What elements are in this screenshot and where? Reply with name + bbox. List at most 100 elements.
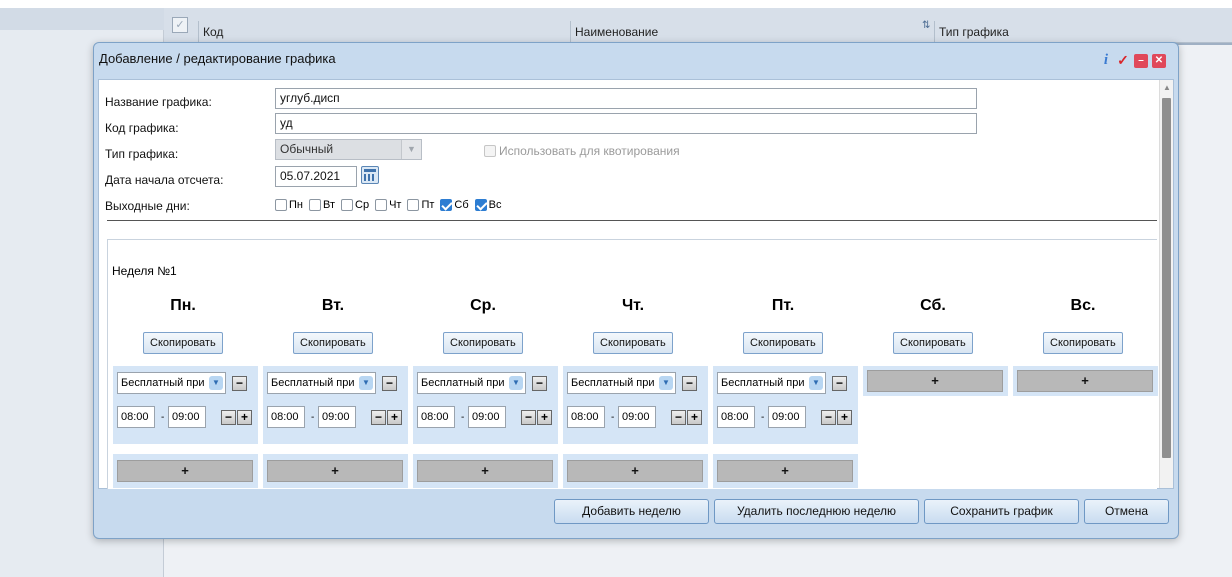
service-select[interactable]: Бесплатный при ▼ (267, 372, 376, 394)
remove-slot-button[interactable]: − (832, 376, 847, 391)
days-off-checkboxes: Пн Вт Ср Чт Пт Сб Вс (275, 199, 503, 211)
day-off-label: Пт (421, 199, 435, 211)
remove-time-button[interactable]: − (821, 410, 836, 425)
service-select[interactable]: Бесплатный при ▼ (717, 372, 826, 394)
day-off-sun[interactable]: Вс (474, 199, 501, 211)
service-select[interactable]: Бесплатный при ▼ (117, 372, 226, 394)
remove-time-button[interactable]: − (371, 410, 386, 425)
remove-time-button[interactable]: − (671, 410, 686, 425)
add-slot-button[interactable]: + (867, 370, 1003, 392)
start-date-input[interactable]: 05.07.2021 (275, 166, 357, 187)
add-time-button[interactable]: + (387, 410, 402, 425)
minimize-icon[interactable]: – (1134, 53, 1148, 68)
service-select[interactable]: Бесплатный при ▼ (417, 372, 526, 394)
schedule-code-input[interactable]: уд (275, 113, 977, 134)
copy-button[interactable]: Скопировать (143, 332, 223, 354)
time-separator: - (611, 412, 615, 423)
chevron-down-icon[interactable]: ▼ (401, 140, 421, 159)
remove-slot-button[interactable]: − (382, 376, 397, 391)
day-off-checkbox[interactable] (474, 199, 487, 211)
info-icon[interactable]: i (1100, 52, 1112, 69)
schedule-code-label: Код графика: (105, 121, 179, 135)
day-off-checkbox[interactable] (275, 199, 287, 211)
day-off-mon[interactable]: Пн (275, 199, 303, 211)
day-off-checkbox[interactable] (375, 199, 388, 211)
remove-last-week-button[interactable]: Удалить последнюю неделю (714, 499, 919, 524)
scroll-up-icon[interactable]: ▲ (1163, 83, 1171, 92)
day-off-checkbox[interactable] (341, 199, 353, 211)
dialog-body: ▲ Название графика: углуб.дисп Код графи… (98, 79, 1174, 489)
day-off-thu[interactable]: Чт (375, 199, 401, 211)
end-time-input[interactable]: 09:00 (468, 406, 506, 428)
end-time-input[interactable]: 09:00 (768, 406, 806, 428)
chevron-down-icon[interactable]: ▼ (809, 376, 823, 390)
quota-checkbox-row[interactable]: Использовать для квотирования (484, 144, 680, 158)
remove-slot-button[interactable]: − (532, 376, 547, 391)
day-off-checkbox[interactable] (440, 199, 453, 211)
copy-button[interactable]: Скопировать (893, 332, 973, 354)
chevron-down-icon[interactable]: ▼ (509, 376, 523, 390)
start-time-input[interactable]: 08:00 (567, 406, 605, 428)
column-code[interactable]: Код (198, 21, 570, 43)
start-time-input[interactable]: 08:00 (117, 406, 155, 428)
schedule-dialog: Добавление / редактирование графика i ✓ … (93, 42, 1179, 539)
start-time-input[interactable]: 08:00 (717, 406, 755, 428)
schedule-name-input[interactable]: углуб.дисп (275, 88, 977, 109)
add-slot-button[interactable]: + (417, 460, 553, 482)
start-time-input[interactable]: 08:00 (417, 406, 455, 428)
top-strip (0, 0, 1232, 8)
copy-button[interactable]: Скопировать (1043, 332, 1123, 354)
schedule-type-select[interactable]: Обычный ▼ (275, 139, 422, 160)
add-time-button[interactable]: + (687, 410, 702, 425)
add-time-button[interactable]: + (237, 410, 252, 425)
time-slot: Бесплатный при ▼ − 08:00 - 09:00 − + (113, 366, 258, 444)
add-time-button[interactable]: + (837, 410, 852, 425)
end-time-input[interactable]: 09:00 (168, 406, 206, 428)
scroll-thumb[interactable] (1162, 98, 1171, 458)
remove-slot-button[interactable]: − (232, 376, 247, 391)
copy-button[interactable]: Скопировать (743, 332, 823, 354)
copy-button[interactable]: Скопировать (443, 332, 523, 354)
quota-checkbox[interactable] (484, 145, 496, 157)
check-icon[interactable]: ✓ (1116, 52, 1130, 69)
add-slot-button[interactable]: + (567, 460, 703, 482)
day-off-wed[interactable]: Ср (341, 199, 369, 211)
day-name: Чт. (621, 297, 645, 314)
add-slot-button[interactable]: + (1017, 370, 1153, 392)
cancel-button[interactable]: Отмена (1084, 499, 1169, 524)
vertical-scrollbar[interactable]: ▲ (1159, 80, 1173, 488)
save-schedule-button[interactable]: Сохранить график (924, 499, 1079, 524)
chevron-down-icon[interactable]: ▼ (659, 376, 673, 390)
end-time-input[interactable]: 09:00 (318, 406, 356, 428)
remove-time-button[interactable]: − (521, 410, 536, 425)
day-off-checkbox[interactable] (308, 199, 321, 211)
service-select[interactable]: Бесплатный при ▼ (567, 372, 676, 394)
sort-icon[interactable]: ⇅ (922, 20, 930, 31)
day-off-checkbox[interactable] (407, 199, 420, 211)
chevron-down-icon[interactable]: ▼ (359, 376, 373, 390)
chevron-down-icon[interactable]: ▼ (209, 376, 223, 390)
add-slot-row: + (863, 366, 1008, 396)
calendar-icon[interactable] (361, 166, 379, 184)
start-time-input[interactable]: 08:00 (267, 406, 305, 428)
day-off-sat[interactable]: Сб (440, 199, 469, 211)
end-time-input[interactable]: 09:00 (618, 406, 656, 428)
remove-slot-button[interactable]: − (682, 376, 697, 391)
close-icon[interactable]: ✕ (1152, 53, 1166, 68)
remove-time-button[interactable]: − (221, 410, 236, 425)
add-time-button[interactable]: + (537, 410, 552, 425)
column-name[interactable]: Наименование (570, 21, 922, 43)
grid-header: Код Наименование Тип графика (164, 8, 1232, 43)
select-all-checkbox-icon[interactable]: ✓ (172, 17, 188, 33)
time-separator: - (761, 412, 765, 423)
add-week-button[interactable]: Добавить неделю (554, 499, 709, 524)
add-slot-button[interactable]: + (117, 460, 253, 482)
add-slot-button[interactable]: + (717, 460, 853, 482)
day-off-fri[interactable]: Пт (407, 199, 434, 211)
copy-button[interactable]: Скопировать (593, 332, 673, 354)
column-schedule-type[interactable]: Тип графика (934, 21, 1232, 43)
day-off-tue[interactable]: Вт (308, 199, 335, 211)
day-name: Пн. (170, 297, 196, 314)
copy-button[interactable]: Скопировать (293, 332, 373, 354)
add-slot-button[interactable]: + (267, 460, 403, 482)
